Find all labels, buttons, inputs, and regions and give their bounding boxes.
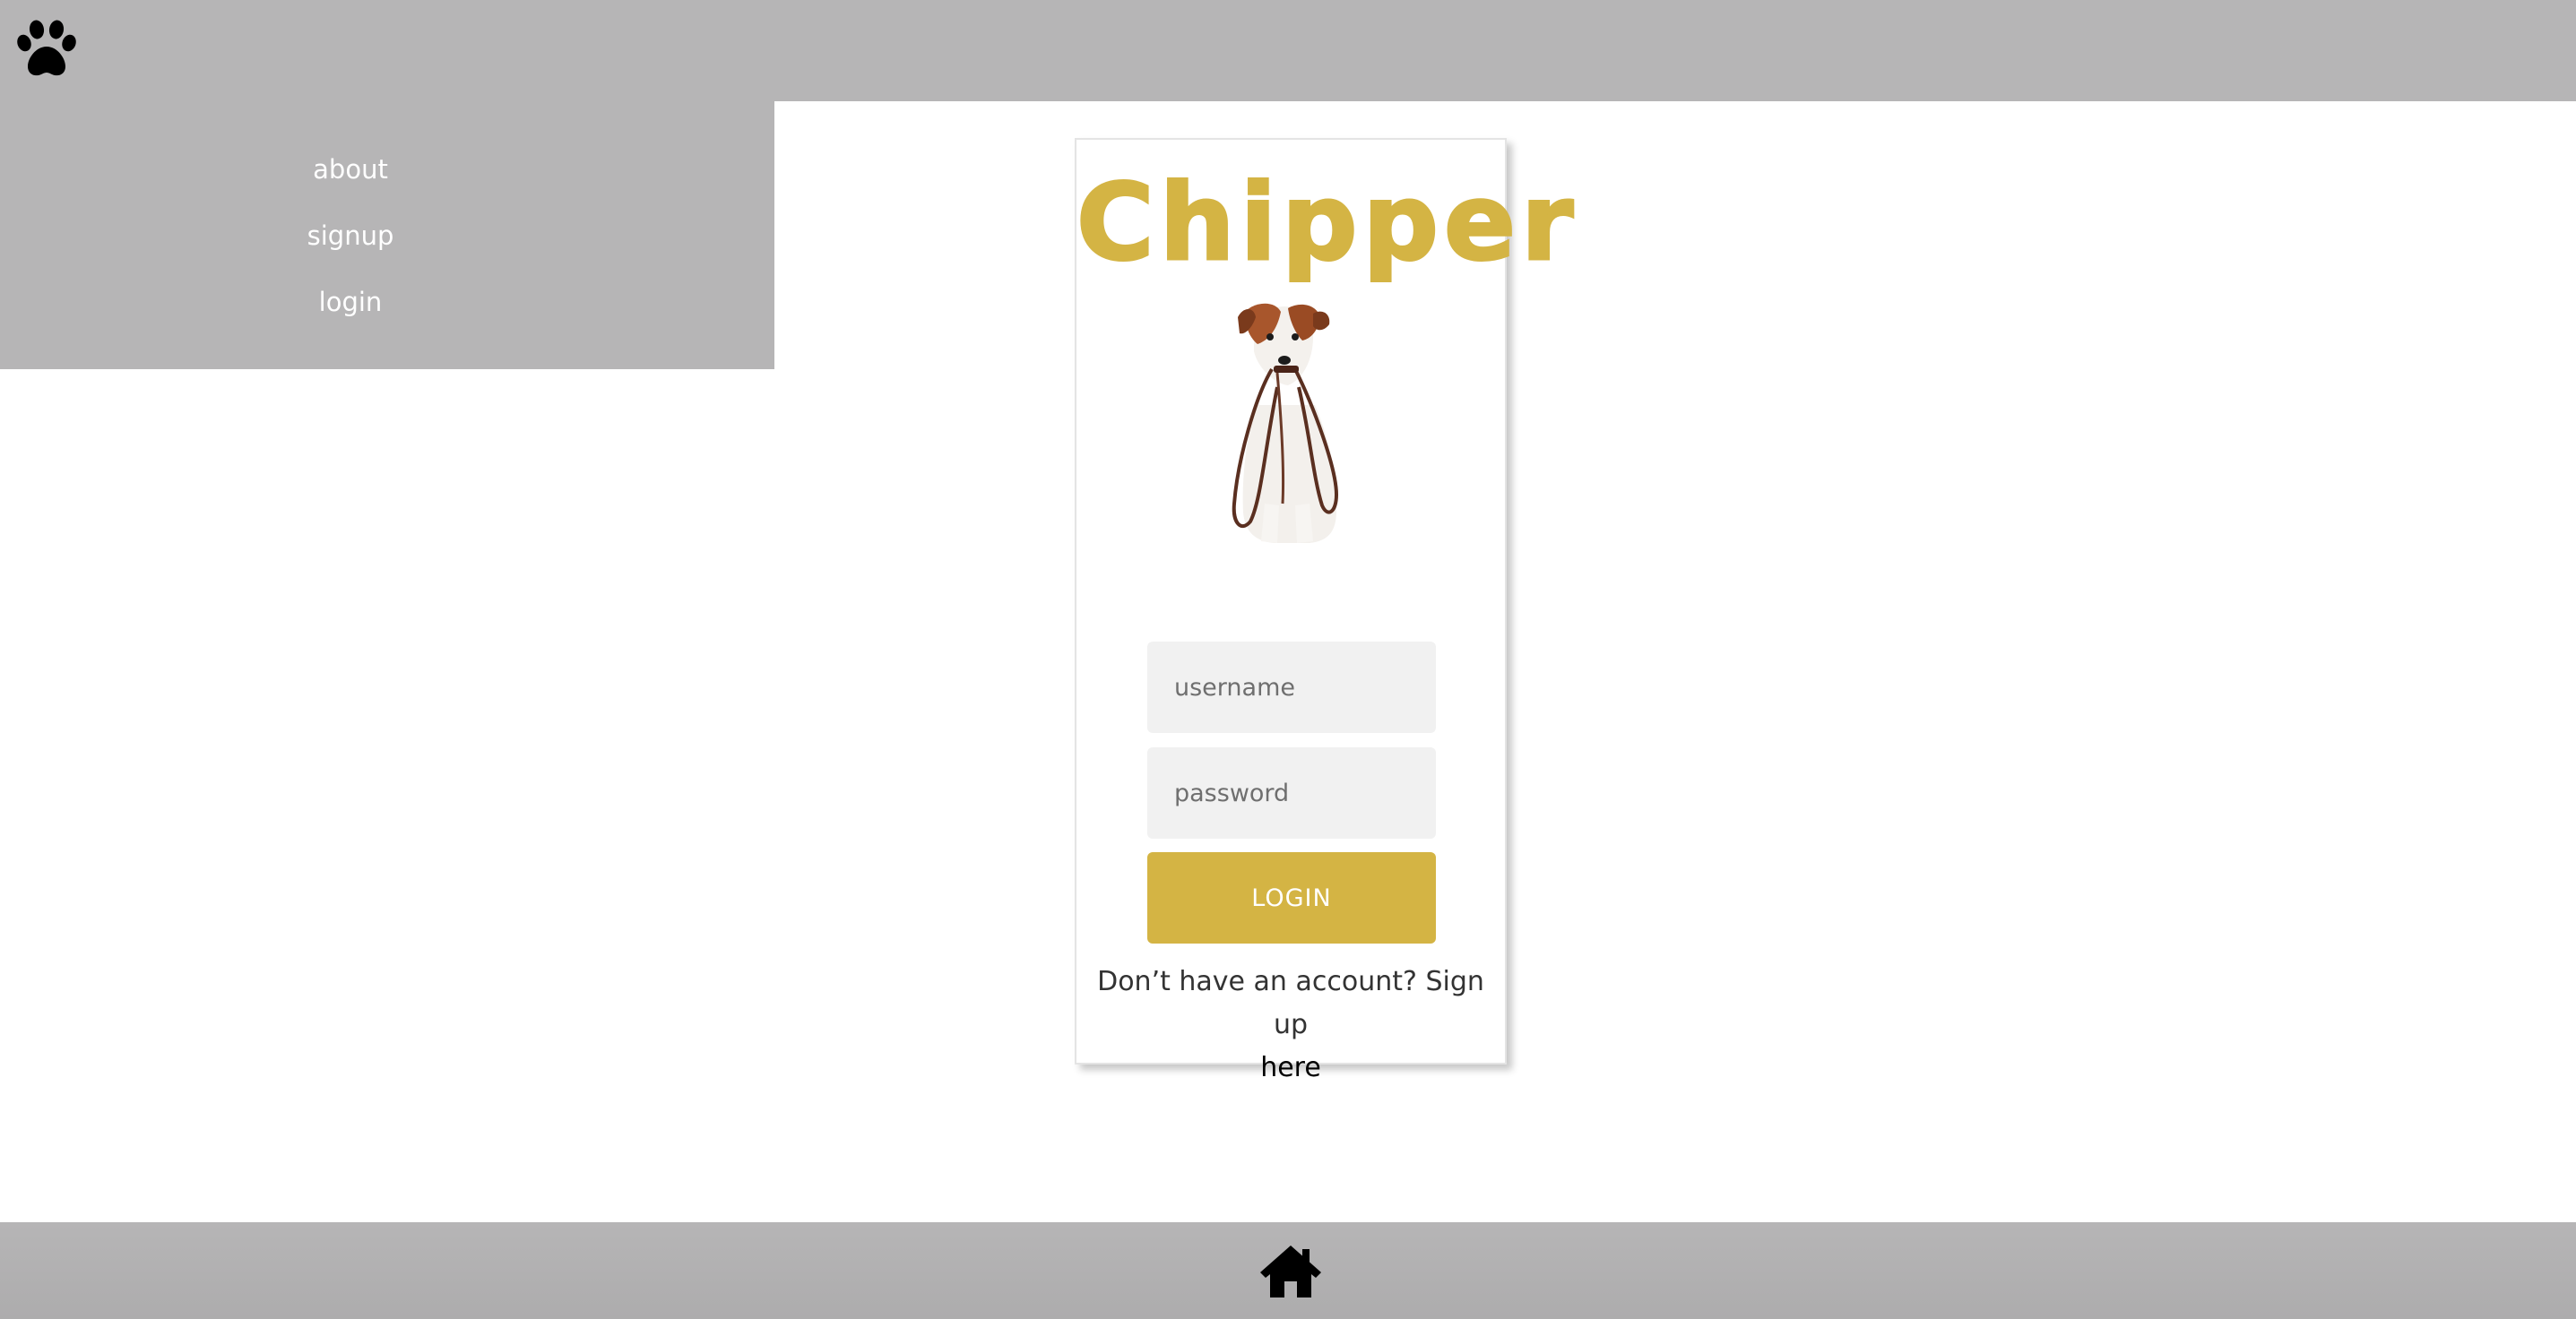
password-input[interactable] xyxy=(1147,747,1436,839)
username-input[interactable] xyxy=(1147,642,1436,733)
login-card: Chipper LOGIN Don’t have an account? Sig… xyxy=(1075,138,1579,1083)
signup-prompt: Don’t have an account? Sign up here xyxy=(1076,961,1505,1090)
dog-image xyxy=(1232,303,1339,543)
nav-item-login[interactable]: login xyxy=(0,284,701,320)
home-icon[interactable] xyxy=(1258,1242,1324,1299)
nav-item-about[interactable]: about xyxy=(0,151,701,187)
signup-prompt-text: Don’t have an account? Sign up xyxy=(1097,966,1484,1040)
brand-title: Chipper xyxy=(1076,159,1579,286)
nav-dropdown-menu: about signup login xyxy=(0,101,774,369)
footer-bar xyxy=(0,1222,2576,1319)
paw-icon[interactable] xyxy=(16,20,77,77)
nav-item-signup[interactable]: signup xyxy=(0,218,701,254)
login-button[interactable]: LOGIN xyxy=(1147,852,1436,944)
top-bar xyxy=(0,0,2576,101)
signup-link[interactable]: here xyxy=(1260,1052,1321,1083)
